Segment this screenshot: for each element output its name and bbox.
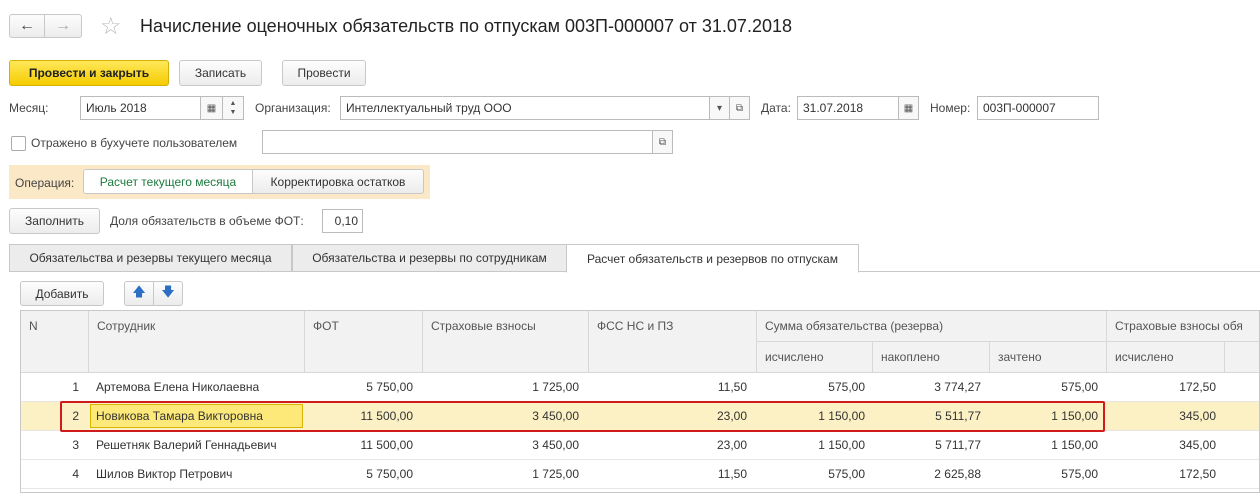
table-row[interactable]: 3 Решетняк Валерий Геннадьевич 11 500,00… [21, 431, 1259, 460]
cell-fss: 11,50 [717, 467, 747, 481]
col-header-credited[interactable]: зачтено [990, 342, 1107, 373]
dropdown-chevron-icon[interactable]: ▾ [709, 96, 730, 120]
col-group-insurance: Страховые взносы обя [1107, 311, 1259, 342]
favorite-star-icon[interactable]: ☆ [100, 12, 122, 41]
cell-insurance: 1 725,00 [532, 467, 579, 481]
back-button[interactable]: ← [9, 14, 45, 38]
cell-ins-calculated: 172,50 [1179, 467, 1216, 481]
cell-employee: Шилов Виктор Петрович [96, 467, 233, 481]
col-header-extra [1225, 342, 1259, 373]
operation-label: Операция: [15, 176, 75, 190]
fill-button[interactable]: Заполнить [9, 208, 100, 234]
cell-n: 3 [72, 438, 79, 452]
share-field[interactable]: 0,10 [322, 209, 363, 233]
cell-employee: Решетняк Валерий Геннадьевич [96, 438, 277, 452]
cell-accumulated: 5 711,77 [935, 438, 981, 452]
tab-current-month[interactable]: Обязательства и резервы текущего месяца [9, 244, 292, 272]
cell-fot: 11 500,00 [360, 438, 414, 452]
post-button[interactable]: Провести [282, 60, 366, 86]
cell-credited: 1 150,00 [1051, 438, 1098, 452]
tab-vacation-calculation[interactable]: Расчет обязательств и резервов по отпуск… [566, 244, 859, 273]
forward-button[interactable]: → [44, 14, 82, 38]
cell-credited: 575,00 [1061, 380, 1098, 394]
calendar-icon[interactable]: ▦ [200, 96, 223, 120]
col-header-ins-calculated[interactable]: исчислено [1107, 342, 1225, 373]
cell-accumulated: 3 774,27 [934, 380, 981, 394]
date-label: Дата: [761, 101, 791, 115]
col-header-n[interactable]: N [21, 311, 89, 373]
operation-balance-correction[interactable]: Корректировка остатков [252, 169, 424, 194]
col-header-fot[interactable]: ФОТ [305, 311, 423, 373]
move-up-icon[interactable]: 🡅 [124, 281, 154, 306]
operation-current-month[interactable]: Расчет текущего месяца [83, 169, 253, 194]
cell-employee: Артемова Елена Николаевна [96, 380, 260, 394]
write-button[interactable]: Записать [179, 60, 262, 86]
tab-by-employees[interactable]: Обязательства и резервы по сотрудникам [292, 244, 567, 272]
highlight-annotation [60, 401, 1105, 432]
reflected-checkbox[interactable] [11, 136, 26, 151]
cell-ins-calculated: 345,00 [1179, 409, 1216, 423]
cell-fot: 5 750,00 [366, 467, 413, 481]
page-title: Начисление оценочных обязательств по отп… [140, 16, 792, 36]
cell-insurance: 1 725,00 [532, 380, 579, 394]
add-button[interactable]: Добавить [20, 281, 104, 306]
month-label: Месяц: [9, 101, 49, 115]
month-field[interactable]: Июль 2018 [80, 96, 201, 120]
date-calendar-icon[interactable]: ▦ [898, 96, 919, 120]
share-label: Доля обязательств в объеме ФОТ: [110, 214, 304, 228]
table-row[interactable]: 4 Шилов Виктор Петрович 5 750,00 1 725,0… [21, 460, 1259, 489]
month-spinner[interactable]: ▲ ▼ [222, 96, 244, 120]
cell-calculated: 1 150,00 [818, 438, 865, 452]
col-header-calculated[interactable]: исчислено [757, 342, 873, 373]
table-row[interactable]: 1 Артемова Елена Николаевна 5 750,00 1 7… [21, 373, 1259, 402]
cell-credited: 575,00 [1061, 467, 1098, 481]
col-header-fss[interactable]: ФСС НС и ПЗ [589, 311, 757, 373]
cell-fot: 5 750,00 [366, 380, 413, 394]
organization-label: Организация: [255, 101, 331, 115]
reflected-label: Отражено в бухучете пользователем [31, 136, 238, 150]
date-field[interactable]: 31.07.2018 [797, 96, 899, 120]
post-and-close-button[interactable]: Провести и закрыть [9, 60, 169, 86]
col-header-accumulated[interactable]: накоплено [873, 342, 990, 373]
move-down-icon[interactable]: 🡇 [153, 281, 183, 306]
cell-n: 4 [72, 467, 79, 481]
cell-fss: 11,50 [717, 380, 747, 394]
organization-field[interactable]: Интеллектуальный труд ООО [340, 96, 710, 120]
col-group-sum: Сумма обязательства (резерва) [757, 311, 1107, 342]
col-header-employee[interactable]: Сотрудник [89, 311, 305, 373]
cell-n: 1 [72, 380, 79, 394]
cell-ins-calculated: 172,50 [1179, 380, 1216, 394]
cell-fss: 23,00 [716, 438, 747, 452]
reflected-user-field[interactable] [262, 130, 653, 154]
cell-calculated: 575,00 [828, 467, 865, 481]
open-link-icon[interactable]: ⧉ [729, 96, 750, 120]
cell-accumulated: 2 625,88 [934, 467, 981, 481]
cell-ins-calculated: 345,00 [1179, 438, 1216, 452]
col-header-insurance[interactable]: Страховые взносы [423, 311, 589, 373]
number-label: Номер: [930, 101, 971, 115]
cell-calculated: 575,00 [828, 380, 865, 394]
reflected-open-icon[interactable]: ⧉ [652, 130, 673, 154]
number-field[interactable]: 003П-000007 [977, 96, 1099, 120]
cell-insurance: 3 450,00 [532, 438, 579, 452]
